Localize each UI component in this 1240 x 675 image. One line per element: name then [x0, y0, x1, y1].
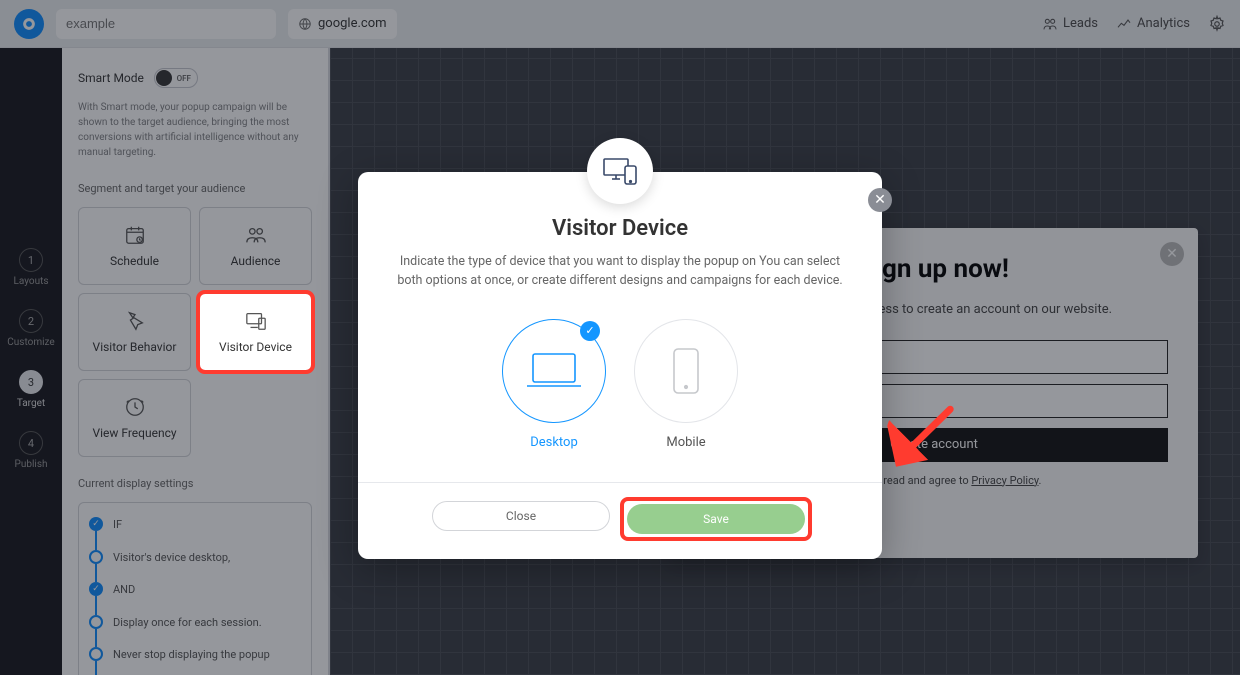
rule-dot [89, 615, 103, 629]
topbar: google.com Leads Analytics [0, 0, 1240, 48]
laptop-icon [525, 350, 583, 392]
preview-close-button[interactable]: ✕ [1160, 242, 1184, 266]
check-icon: ✓ [580, 321, 600, 341]
step-publish[interactable]: 4 Publish [15, 431, 48, 470]
card-audience[interactable]: Audience [199, 207, 312, 285]
calendar-icon [121, 224, 149, 246]
rule-dot [89, 550, 103, 564]
leads-label: Leads [1063, 16, 1098, 31]
card-visitor-device[interactable]: Visitor Device [199, 293, 312, 371]
check-icon: ✓ [89, 517, 103, 531]
card-schedule[interactable]: Schedule [78, 207, 191, 285]
smart-mode-label: Smart Mode [78, 71, 144, 85]
analytics-icon [1116, 16, 1132, 32]
close-icon: ✕ [874, 192, 886, 208]
modal-save-button[interactable]: Save [627, 504, 805, 534]
gear-icon [1208, 15, 1226, 33]
app-logo[interactable] [14, 9, 44, 39]
users-icon [1042, 16, 1058, 32]
device-option-mobile[interactable]: Mobile [634, 319, 738, 450]
modal-close-button[interactable]: ✕ [868, 188, 892, 212]
leads-link[interactable]: Leads [1042, 16, 1098, 32]
settings-panel: Smart Mode OFF With Smart mode, your pop… [62, 48, 330, 675]
check-icon: ✓ [89, 582, 103, 596]
step-customize[interactable]: 2 Customize [7, 309, 54, 348]
url-text: google.com [318, 16, 387, 31]
mobile-icon [671, 347, 701, 395]
device-icon [242, 310, 270, 332]
card-visitor-behavior[interactable]: Visitor Behavior [78, 293, 191, 371]
segment-title: Segment and target your audience [78, 182, 312, 195]
device-icon [602, 156, 638, 186]
step-layouts[interactable]: 1 Layouts [13, 248, 48, 287]
behavior-icon [121, 310, 149, 332]
card-view-frequency[interactable]: View Frequency [78, 379, 191, 457]
search-input[interactable] [56, 9, 276, 39]
device-option-desktop[interactable]: ✓ Desktop [502, 319, 606, 450]
modal-cancel-button[interactable]: Close [432, 501, 610, 531]
close-icon: ✕ [1166, 246, 1178, 262]
analytics-link[interactable]: Analytics [1116, 16, 1190, 32]
privacy-policy-link[interactable]: Privacy Policy [971, 474, 1038, 487]
modal-title: Visitor Device [386, 216, 854, 241]
rule-list: ✓ IF Visitor's device desktop, ✓ AND Dis… [78, 502, 312, 675]
smart-mode-toggle[interactable]: OFF [154, 68, 198, 88]
modal-description: Indicate the type of device that you wan… [386, 253, 854, 291]
url-display[interactable]: google.com [288, 9, 397, 39]
smart-mode-description: With Smart mode, your popup campaign wil… [78, 100, 312, 160]
frequency-icon [121, 396, 149, 418]
analytics-label: Analytics [1137, 16, 1190, 31]
rule-dot [89, 647, 103, 661]
globe-icon [298, 17, 312, 31]
settings-button[interactable] [1208, 15, 1226, 33]
modal-header-icon [587, 138, 653, 204]
visitor-device-modal: ✕ Visitor Device Indicate the type of de… [358, 172, 882, 559]
audience-icon [242, 224, 270, 246]
chat-icon [22, 17, 36, 31]
current-settings-title: Current display settings [78, 477, 312, 490]
step-rail: 1 Layouts 2 Customize 3 Target 4 Publish [0, 48, 62, 675]
step-target[interactable]: 3 Target [17, 370, 45, 409]
